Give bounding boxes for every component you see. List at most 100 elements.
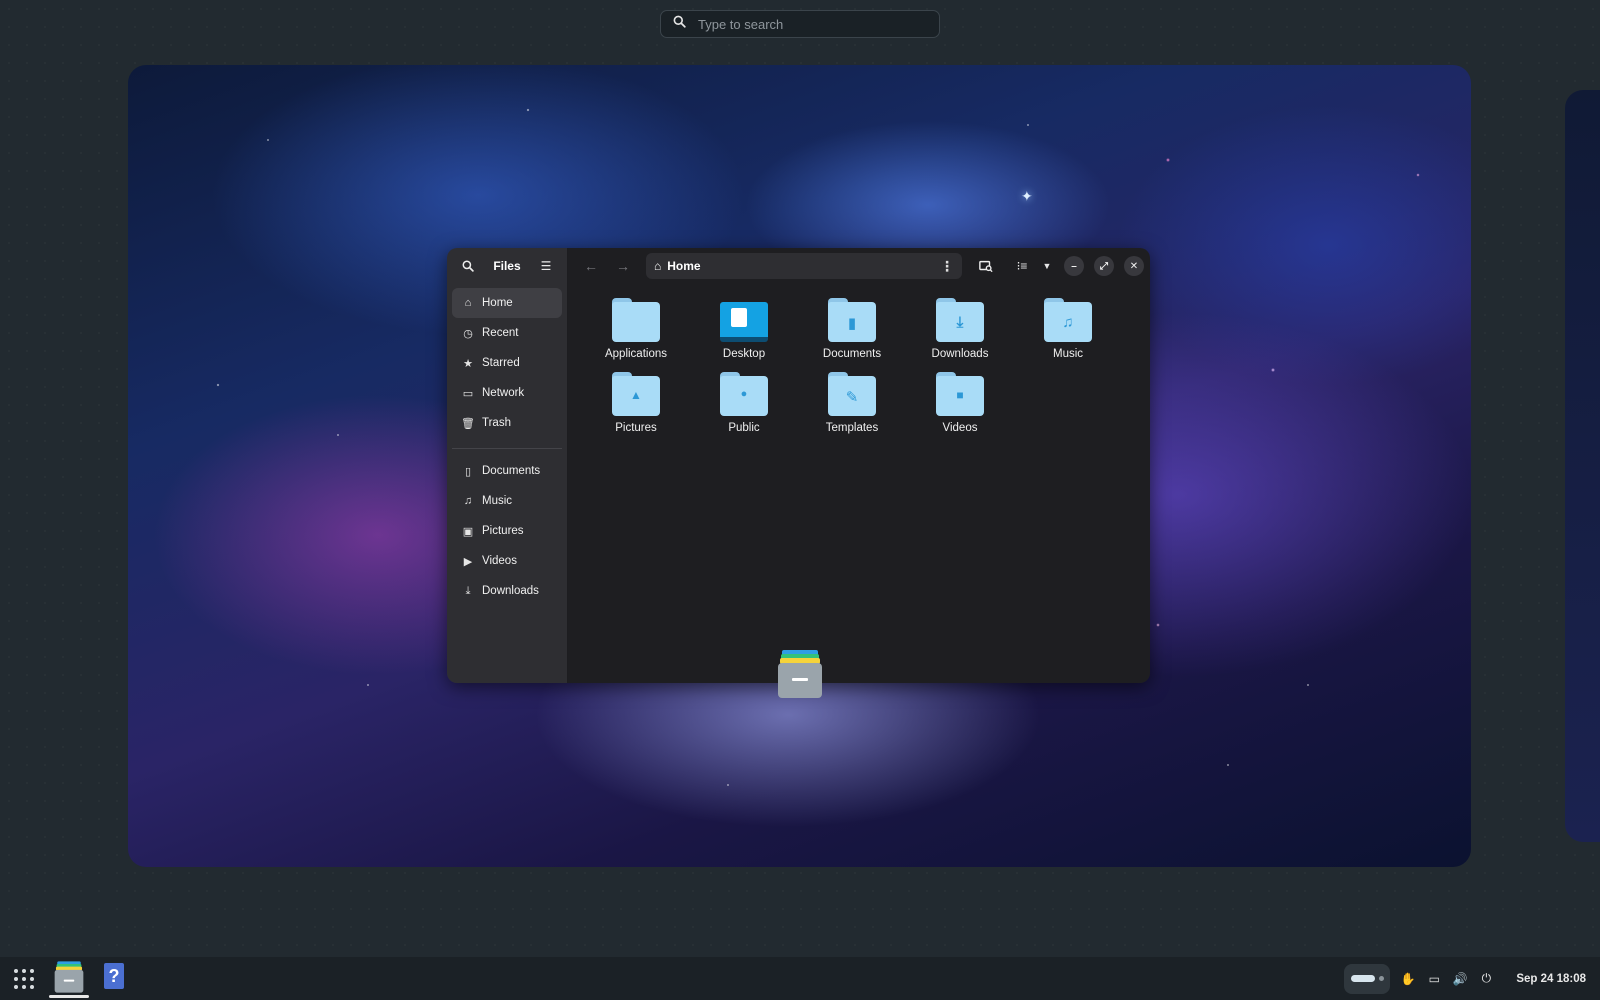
list-view-icon: ⁝≡ (1016, 259, 1028, 273)
next-workspace-thumbnail[interactable] (1565, 90, 1600, 842)
search-input[interactable] (698, 16, 918, 32)
sidebar-item-videos[interactable]: ▶ Videos (452, 546, 562, 576)
files-window[interactable]: Files ☰ ⌂ Home ◷ Recent ★ Starred ▭ Netw… (447, 248, 1150, 683)
search-icon (673, 15, 686, 33)
picture-icon: ▲ (630, 388, 642, 402)
headerbar: ← → ⌂ Home ⋮ ⁝≡ ▼ – ⤢ ✕ (568, 248, 1150, 284)
view-toggle-button[interactable]: ⁝≡ (1010, 254, 1034, 278)
search-button[interactable] (457, 255, 479, 277)
sidebar-item-label: Downloads (482, 585, 539, 597)
videos-folder-icon: ■ (936, 372, 984, 416)
music-icon: ♫ (1062, 314, 1074, 331)
files-app-icon (777, 650, 823, 698)
maximize-icon: ⤢ (1100, 260, 1108, 272)
sidebar-item-starred[interactable]: ★ Starred (452, 348, 562, 378)
folder-label: Documents (822, 348, 882, 360)
folder-public[interactable]: ● Public (690, 372, 798, 434)
volume-icon[interactable]: 🔊 (1452, 971, 1468, 987)
sidebar-item-music[interactable]: ♫ Music (452, 486, 562, 516)
folder-label: Downloads (931, 348, 989, 360)
video-icon: ▶ (463, 555, 473, 568)
picture-icon: ▣ (462, 525, 474, 538)
hamburger-icon: ☰ (540, 259, 552, 273)
file-grid: Applications Desktop ▮ Documents ⤓ Downl… (568, 284, 1150, 434)
close-button[interactable]: ✕ (1124, 256, 1144, 276)
folder-videos[interactable]: ■ Videos (906, 372, 1014, 434)
sidebar-item-label: Starred (482, 357, 520, 369)
view-options-dropdown[interactable]: ▼ (1040, 254, 1054, 278)
folder-label: Videos (942, 422, 978, 434)
compass-icon: ✎ (845, 389, 859, 406)
clock[interactable]: Sep 24 18:08 (1516, 973, 1586, 985)
app-grid-icon[interactable] (12, 967, 36, 991)
minimize-button[interactable]: – (1064, 256, 1084, 276)
power-icon[interactable]: ⏻ (1478, 971, 1494, 987)
sidebar-item-label: Music (482, 495, 513, 507)
star-icon: ★ (463, 357, 473, 370)
folder-label: Pictures (615, 422, 657, 434)
dock-help-icon[interactable]: ? (104, 963, 124, 989)
bottom-panel: ? ✋ ▭ 🔊 ⏻ Sep 24 18:08 (0, 957, 1600, 1000)
main-menu-button[interactable]: ☰ (535, 255, 557, 277)
clock-icon: ◷ (463, 327, 473, 340)
home-icon: ⌂ (654, 259, 662, 273)
files-main: ← → ⌂ Home ⋮ ⁝≡ ▼ – ⤢ ✕ Applications Des… (568, 248, 1150, 683)
folder-downloads[interactable]: ⤓ Downloads (906, 298, 1014, 360)
location-bar[interactable]: ⌂ Home ⋮ (646, 253, 962, 279)
chevron-down-icon: ▼ (1042, 261, 1052, 271)
sidebar-item-downloads[interactable]: ⤓ Downloads (452, 576, 562, 606)
accessibility-icon[interactable]: ✋ (1400, 971, 1416, 987)
search-in-folder-button[interactable] (974, 254, 998, 278)
folder-templates[interactable]: ✎ Templates (798, 372, 906, 434)
sidebar-item-label: Pictures (482, 525, 524, 537)
running-indicator (49, 995, 89, 998)
forward-button[interactable]: → (610, 254, 636, 278)
sparkle-icon: ✦ (1021, 188, 1033, 204)
sidebar-item-label: Documents (482, 465, 541, 477)
network-icon: ▭ (462, 387, 474, 400)
places-list: ⌂ Home ◷ Recent ★ Starred ▭ Network 🗑 Tr… (447, 284, 567, 442)
music-icon: ♫ (463, 495, 473, 507)
document-icon: ▯ (464, 465, 472, 478)
sidebar-separator (452, 448, 562, 449)
person-icon: ● (740, 388, 748, 400)
folder-search-icon (979, 260, 993, 273)
desktop-folder-icon (720, 298, 768, 342)
folder-music[interactable]: ♫ Music (1014, 298, 1122, 360)
sidebar-item-recent[interactable]: ◷ Recent (452, 318, 562, 348)
public-folder-icon: ● (720, 372, 768, 416)
folder-applications[interactable]: Applications (582, 298, 690, 360)
folder-label: Desktop (722, 348, 766, 360)
sidebar-item-trash[interactable]: 🗑 Trash (452, 408, 562, 438)
sidebar-item-pictures[interactable]: ▣ Pictures (452, 516, 562, 546)
sidebar-item-home[interactable]: ⌂ Home (452, 288, 562, 318)
system-tray: ✋ ▭ 🔊 ⏻ Sep 24 18:08 (1344, 957, 1600, 1000)
sidebar-item-label: Recent (482, 327, 519, 339)
arrow-right-icon: → (616, 258, 630, 274)
close-icon: ✕ (1129, 260, 1139, 272)
maximize-button[interactable]: ⤢ (1094, 256, 1114, 276)
download-icon: ⤓ (465, 584, 471, 597)
search-icon (462, 260, 474, 272)
sidebar-item-documents[interactable]: ▯ Documents (452, 456, 562, 486)
overview-search[interactable] (660, 10, 940, 38)
download-icon: ⤓ (956, 314, 964, 331)
sidebar-item-network[interactable]: ▭ Network (452, 378, 562, 408)
dock-files-icon[interactable] (54, 961, 84, 993)
folder-pictures[interactable]: ▲ Pictures (582, 372, 690, 434)
folder-documents[interactable]: ▮ Documents (798, 298, 906, 360)
templates-folder-icon: ✎ (828, 372, 876, 416)
bookmarks-list: ▯ Documents ♫ Music ▣ Pictures ▶ Videos … (447, 456, 567, 610)
downloads-folder-icon: ⤓ (936, 298, 984, 342)
workspace-indicator[interactable] (1344, 963, 1391, 994)
back-button[interactable]: ← (578, 254, 604, 278)
folder-desktop[interactable]: Desktop (690, 298, 798, 360)
video-icon: ■ (956, 388, 964, 402)
display-icon[interactable]: ▭ (1426, 971, 1442, 987)
window-title: Files (493, 259, 521, 273)
more-options-icon[interactable]: ⋮ (940, 258, 954, 275)
folder-label: Templates (825, 422, 879, 434)
arrow-left-icon: ← (584, 258, 598, 274)
files-sidebar: Files ☰ ⌂ Home ◷ Recent ★ Starred ▭ Netw… (447, 248, 568, 683)
sidebar-item-label: Videos (482, 555, 517, 567)
